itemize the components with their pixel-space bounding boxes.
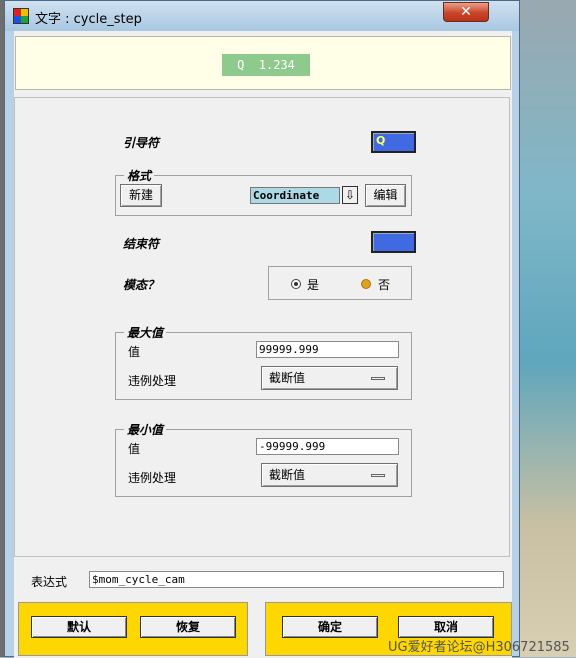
max-value-group: 最大值 值 99999.999 违例处理 截断值 bbox=[115, 324, 412, 400]
format-group: 格式 新建 Coordinate ⇩ 编辑 bbox=[115, 167, 412, 216]
preview-text: Q 1.234 bbox=[222, 54, 310, 76]
format-group-title: 格式 bbox=[124, 167, 155, 184]
cancel-button[interactable]: 取消 bbox=[398, 616, 494, 638]
title-bar[interactable]: 文字 : cycle_step ✕ bbox=[5, 1, 519, 31]
new-button[interactable]: 新建 bbox=[120, 184, 162, 207]
min-value-input[interactable]: -99999.999 bbox=[256, 438, 399, 455]
trailer-label: 结束符 bbox=[123, 237, 160, 251]
min-violation-value: 截断值 bbox=[269, 468, 306, 482]
left-button-bar: 默认 恢复 bbox=[18, 602, 248, 656]
max-value-label: 值 bbox=[128, 345, 141, 359]
restore-button[interactable]: 恢复 bbox=[140, 616, 236, 638]
desktop-background bbox=[520, 0, 576, 657]
dialog-client: Q 1.234 引导符 Q 格式 新建 Coordinate ⇩ 编辑 结束符 … bbox=[14, 31, 512, 658]
download-arrow-icon[interactable]: ⇩ bbox=[342, 186, 358, 204]
edit-button[interactable]: 编辑 bbox=[365, 184, 406, 207]
min-value-label: 值 bbox=[128, 442, 141, 456]
leader-label: 引导符 bbox=[123, 136, 160, 150]
expression-label: 表达式 bbox=[31, 575, 68, 589]
default-button[interactable]: 默认 bbox=[31, 616, 127, 638]
modal-no-label: 否 bbox=[378, 278, 391, 292]
modal-radio-group: 是 否 bbox=[268, 266, 412, 300]
close-button[interactable]: ✕ bbox=[443, 2, 489, 22]
max-violation-menu[interactable]: 截断值 bbox=[261, 366, 398, 390]
max-value-input[interactable]: 99999.999 bbox=[256, 341, 399, 358]
format-combo[interactable]: Coordinate bbox=[250, 187, 340, 204]
expression-input[interactable]: $mom_cycle_cam bbox=[89, 571, 504, 588]
dialog-window: 文字 : cycle_step ✕ Q 1.234 引导符 Q 格式 新建 Co… bbox=[4, 0, 520, 658]
min-value-group: 最小值 值 -99999.999 违例处理 截断值 bbox=[115, 421, 412, 497]
leader-field[interactable]: Q bbox=[371, 131, 416, 153]
modal-label: 模态？ bbox=[123, 278, 160, 292]
max-violation-value: 截断值 bbox=[269, 371, 306, 385]
min-violation-label: 违例处理 bbox=[128, 471, 177, 485]
min-group-title: 最小值 bbox=[124, 421, 167, 438]
max-group-title: 最大值 bbox=[124, 324, 167, 341]
trailer-field[interactable] bbox=[371, 231, 416, 253]
main-panel: 引导符 Q 格式 新建 Coordinate ⇩ 编辑 结束符 模态？ 是 否 bbox=[14, 97, 510, 557]
option-menu-indicator-icon bbox=[371, 377, 385, 380]
watermark-text: UG爱好者论坛@H306721585 bbox=[388, 640, 570, 655]
modal-yes-label: 是 bbox=[307, 278, 320, 292]
min-violation-menu[interactable]: 截断值 bbox=[261, 463, 398, 487]
preview-area: Q 1.234 bbox=[15, 36, 511, 90]
window-title: 文字 : cycle_step bbox=[35, 12, 142, 27]
modal-yes-radio[interactable] bbox=[291, 279, 301, 289]
ok-button[interactable]: 确定 bbox=[282, 616, 378, 638]
option-menu-indicator-icon bbox=[371, 474, 385, 477]
max-violation-label: 违例处理 bbox=[128, 374, 177, 388]
app-icon bbox=[13, 8, 29, 24]
modal-no-radio[interactable] bbox=[361, 279, 371, 289]
